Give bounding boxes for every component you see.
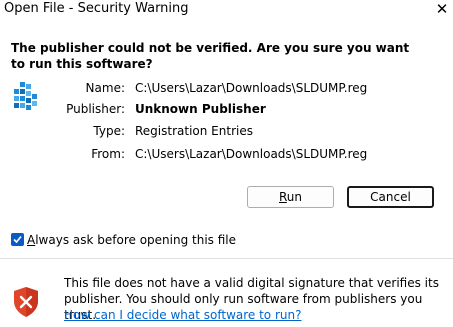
run-button-label: Run bbox=[278, 190, 303, 204]
warning-question: The publisher could not be verified. Are… bbox=[11, 41, 410, 71]
help-link[interactable]: How can I decide what software to run? bbox=[64, 307, 301, 323]
name-label: Name: bbox=[85, 81, 125, 95]
type-value: Registration Entries bbox=[135, 124, 253, 138]
from-row: From: C:\Users\Lazar\Downloads\SLDUMP.re… bbox=[0, 146, 453, 162]
publisher-row: Publisher: Unknown Publisher bbox=[0, 101, 453, 117]
title-bar: Open File - Security Warning ✕ bbox=[0, 0, 453, 22]
name-row: Name: C:\Users\Lazar\Downloads\SLDUMP.re… bbox=[0, 80, 453, 96]
security-warning-dialog: Open File - Security Warning ✕ The publi… bbox=[0, 0, 453, 327]
type-row: Type: Registration Entries bbox=[0, 123, 453, 139]
publisher-value: Unknown Publisher bbox=[135, 102, 266, 116]
warning-footer: This file does not have a valid digital … bbox=[0, 259, 453, 327]
publisher-label: Publisher: bbox=[66, 102, 125, 116]
from-value: C:\Users\Lazar\Downloads\SLDUMP.reg bbox=[135, 147, 368, 161]
from-label: From: bbox=[91, 147, 125, 161]
security-shield-icon bbox=[12, 286, 40, 318]
cancel-button[interactable]: Cancel bbox=[347, 186, 434, 208]
run-button[interactable]: Run bbox=[247, 186, 334, 208]
close-icon[interactable]: ✕ bbox=[431, 0, 453, 18]
always-ask-checkbox[interactable] bbox=[11, 233, 24, 246]
checkmark-icon bbox=[13, 235, 22, 244]
type-label: Type: bbox=[93, 124, 125, 138]
name-value: C:\Users\Lazar\Downloads\SLDUMP.reg bbox=[135, 81, 368, 95]
always-ask-label[interactable]: Always ask before opening this file bbox=[27, 232, 236, 248]
always-ask-option[interactable]: Always ask before opening this file bbox=[11, 232, 236, 248]
window-title: Open File - Security Warning bbox=[4, 1, 189, 16]
